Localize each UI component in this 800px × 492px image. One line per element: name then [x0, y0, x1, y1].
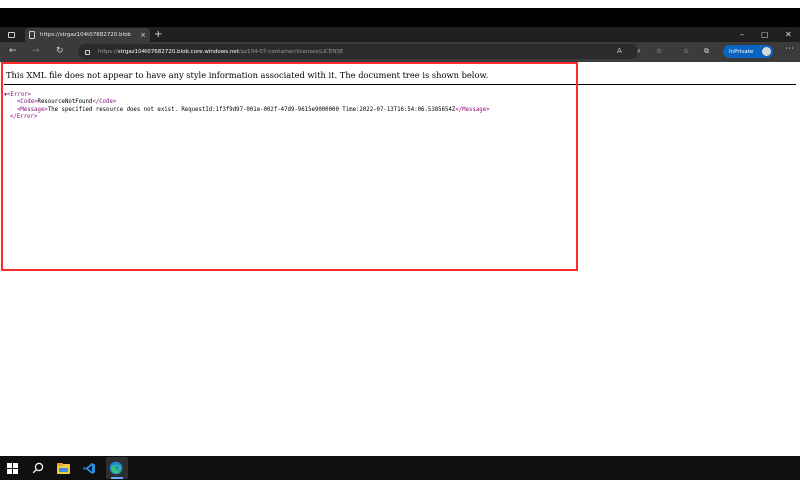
tab-title: https://strgaz104t07682720.blob: [40, 32, 131, 38]
page-favicon-icon: [29, 31, 35, 39]
xml-root-close: </Error>: [10, 114, 38, 121]
xml-message-value: The specified resource does not exist. R…: [47, 106, 456, 113]
xml-message-close: </Message>: [455, 106, 490, 113]
refresh-button[interactable]: ↻: [56, 44, 64, 59]
xml-message-line: <Message>The specified resource does not…: [4, 107, 490, 114]
browser-tab[interactable]: https://strgaz104t07682720.blob ×: [25, 28, 150, 42]
url-path: /az104-07-container/licenses/LICENSE: [238, 48, 344, 55]
url-host: strgaz104t07682720.blob.core.windows.net: [117, 48, 239, 55]
xml-root-open: <Error>: [7, 92, 31, 98]
favorites-icon[interactable]: ☆: [683, 46, 689, 56]
window-top-bar: [0, 8, 800, 27]
windows-start-icon[interactable]: [4, 460, 20, 476]
tab-actions-menu[interactable]: [0, 27, 22, 42]
edge-icon[interactable]: [108, 460, 124, 476]
minimize-button[interactable]: –: [740, 28, 744, 41]
xml-code-line: <Code>ResourceNotFound</Code>: [4, 99, 490, 106]
edge-running-indicator: [111, 477, 123, 479]
vscode-icon[interactable]: [81, 460, 97, 476]
tab-close-icon[interactable]: ×: [140, 31, 146, 39]
xml-info-message: This XML file does not appear to have an…: [6, 70, 489, 80]
info-divider: [4, 84, 796, 85]
profile-avatar: [762, 47, 771, 56]
xml-message-open: <Message>: [17, 106, 48, 113]
inprivate-label: InPrivate: [729, 48, 754, 55]
xml-root-open-line: ▼<Error>: [4, 92, 490, 99]
close-window-button[interactable]: ✕: [785, 28, 792, 41]
url-scheme: https://: [98, 48, 118, 55]
tab-actions-icon: [7, 31, 15, 38]
bottom-margin: [0, 480, 800, 492]
more-menu-icon[interactable]: ⋯: [785, 44, 794, 54]
xml-root-close-line: </Error>: [4, 114, 490, 121]
zoom-icon[interactable]: ⌕: [637, 46, 641, 56]
favorite-icon[interactable]: ☆: [656, 46, 662, 56]
address-bar[interactable]: https:// strgaz104t07682720.blob.core.wi…: [78, 44, 638, 59]
forward-button[interactable]: →: [32, 44, 40, 59]
back-button[interactable]: ←: [9, 44, 17, 59]
file-explorer-icon[interactable]: [55, 460, 71, 476]
xml-code-close: </Code>: [92, 99, 117, 106]
inprivate-badge[interactable]: InPrivate: [723, 45, 773, 58]
xml-code-value: ResourceNotFound: [37, 99, 93, 106]
search-icon[interactable]: [30, 460, 46, 476]
xml-tree: ▼<Error> <Code>ResourceNotFound</Code> <…: [4, 92, 490, 122]
xml-code-open: <Code>: [17, 99, 38, 106]
read-aloud-icon[interactable]: A: [617, 46, 622, 56]
top-margin: [0, 0, 800, 8]
collections-icon[interactable]: ⧉: [704, 46, 709, 56]
maximize-button[interactable]: ▢: [761, 28, 769, 41]
new-tab-button[interactable]: +: [154, 28, 162, 41]
lock-icon: [85, 49, 90, 55]
